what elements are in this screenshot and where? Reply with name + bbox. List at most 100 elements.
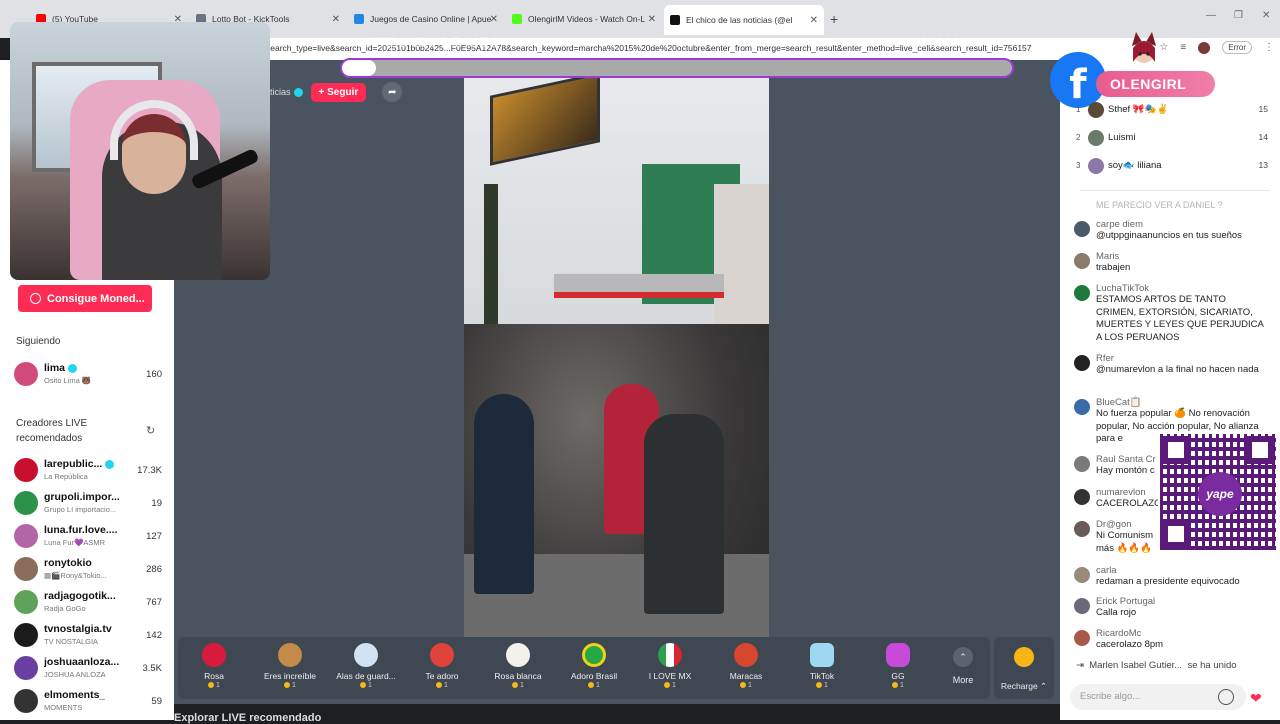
gg-icon bbox=[886, 643, 910, 667]
creator-item[interactable]: grupoli.impor... Grupo LI importacio... … bbox=[14, 489, 162, 519]
avatar bbox=[14, 656, 38, 680]
error-badge[interactable]: Error bbox=[1222, 41, 1252, 54]
chat-text: redaman a presidente equivocado bbox=[1096, 576, 1240, 587]
gift-alas[interactable]: Alas de guard... 1 bbox=[330, 643, 402, 689]
tiktok-note-icon bbox=[810, 643, 834, 667]
tab-label: OlengirlM Videos - Watch On-L bbox=[528, 14, 646, 24]
gift-te-adoro[interactable]: Te adoro 1 bbox=[406, 643, 478, 689]
avatar[interactable] bbox=[1074, 521, 1090, 537]
ranking-row[interactable]: 1 Sthef 🎀🎭✌ 15 bbox=[1074, 100, 1270, 122]
joined-user[interactable]: Marlen Isabel Gutier... bbox=[1089, 660, 1182, 671]
new-tab-button[interactable]: + bbox=[830, 11, 838, 27]
emoji-icon[interactable] bbox=[1218, 689, 1234, 705]
menu-icon[interactable]: ⋮ bbox=[1264, 42, 1274, 53]
chat-username[interactable]: LuchaTikTok bbox=[1096, 283, 1266, 294]
creator-item[interactable]: luna.fur.love.... Luna Fur💜ASMR 127 bbox=[14, 522, 162, 552]
creator-item[interactable]: radjagogotik... Radja GoGo 767 bbox=[14, 588, 162, 618]
creator-subtitle: ▦🎬Rony&Tokio... bbox=[44, 571, 107, 580]
recharge-button[interactable]: Recharge ⌃ bbox=[994, 637, 1054, 699]
creator-subtitle: Radja GoGo bbox=[44, 604, 86, 613]
close-icon[interactable]: ✕ bbox=[490, 14, 498, 25]
chat-username[interactable]: BlueCat📋 bbox=[1096, 397, 1266, 408]
join-icon: ⇥ bbox=[1076, 660, 1084, 671]
close-icon[interactable]: ✕ bbox=[332, 14, 340, 25]
creator-item[interactable]: larepublic... La República 17.3K bbox=[14, 456, 162, 486]
live-video[interactable] bbox=[464, 74, 769, 638]
heart-face-icon bbox=[430, 643, 454, 667]
window-close-button[interactable]: ✕ bbox=[1262, 10, 1270, 21]
gift-adoro-brasil[interactable]: Adoro Brasil 1 bbox=[558, 643, 630, 689]
avatar[interactable] bbox=[1074, 253, 1090, 269]
gift-label: Rosa blanca bbox=[494, 671, 542, 681]
chat-username[interactable]: numarevlon bbox=[1096, 487, 1156, 498]
gift-tiktok[interactable]: TikTok 1 bbox=[786, 643, 858, 689]
avatar[interactable] bbox=[1074, 285, 1090, 301]
minimize-button[interactable]: — bbox=[1206, 10, 1216, 21]
following-item-lima[interactable]: lima Osito Lima 🐻 160 bbox=[14, 360, 162, 390]
maximize-button[interactable]: ❐ bbox=[1234, 10, 1243, 21]
qr-corner bbox=[1162, 520, 1190, 548]
gift-eres-increible[interactable]: Eres increíble 1 bbox=[254, 643, 326, 689]
chat-username[interactable]: Maris bbox=[1096, 251, 1266, 262]
viewer-count: 286 bbox=[146, 564, 162, 575]
close-icon[interactable]: ✕ bbox=[810, 15, 818, 26]
chat-username[interactable]: carla bbox=[1096, 565, 1266, 576]
creator-name: tvnostalgia.tv bbox=[44, 623, 112, 635]
chat-username[interactable]: RicardoMc bbox=[1096, 628, 1266, 639]
tab-kick[interactable]: OlengirlM Videos - Watch On-L ✕ bbox=[506, 8, 662, 30]
gift-label: Alas de guard... bbox=[336, 671, 396, 681]
avatar[interactable] bbox=[1074, 598, 1090, 614]
recommended-heading: Creadores LIVE recomendados bbox=[16, 418, 88, 444]
chat-username[interactable]: carpe diem bbox=[1096, 219, 1266, 230]
gift-rosa-blanca[interactable]: Rosa blanca 1 bbox=[482, 643, 554, 689]
yape-logo: yape bbox=[1198, 472, 1242, 516]
gift-cost: 1 bbox=[634, 682, 706, 689]
avatar[interactable] bbox=[1074, 567, 1090, 583]
follow-button[interactable]: + Seguir bbox=[310, 82, 367, 102]
creator-subtitle: Grupo LI importacio... bbox=[44, 505, 117, 514]
avatar bbox=[14, 623, 38, 647]
avatar[interactable] bbox=[1074, 456, 1090, 472]
more-gifts-button[interactable]: ⌃ More bbox=[948, 647, 978, 685]
avatar[interactable] bbox=[1074, 489, 1090, 505]
chat-username[interactable]: Rfer bbox=[1096, 353, 1266, 364]
chat-username[interactable]: Erick Portugal bbox=[1096, 596, 1266, 607]
gift-cost: 1 bbox=[254, 682, 326, 689]
gift-label: Eres increíble bbox=[264, 671, 316, 681]
brand-name-badge: OLENGIRL bbox=[1096, 71, 1215, 97]
gift-gg[interactable]: GG 1 bbox=[862, 643, 934, 689]
heart-icon[interactable]: ❤ bbox=[1250, 690, 1262, 707]
avatar[interactable] bbox=[1074, 630, 1090, 646]
tab-casino[interactable]: Juegos de Casino Online | Apue ✕ bbox=[348, 8, 504, 30]
chat-username[interactable]: Raul Santa Cr bbox=[1096, 454, 1156, 465]
chat-message: Dr@gon Ni Comunism más 🔥🔥🔥 bbox=[1074, 519, 1156, 555]
host-name[interactable]: ticias bbox=[270, 87, 303, 98]
close-icon[interactable]: ✕ bbox=[648, 14, 656, 25]
avatar[interactable] bbox=[1074, 399, 1090, 415]
creator-item[interactable]: ronytokio ▦🎬Rony&Tokio... 286 bbox=[14, 555, 162, 585]
share-icon[interactable]: ➦ bbox=[382, 82, 403, 102]
chat-username[interactable]: Dr@gon bbox=[1096, 519, 1156, 530]
avatar[interactable] bbox=[1074, 355, 1090, 371]
viewer-count: 59 bbox=[151, 696, 162, 707]
gift-rosa[interactable]: Rosa 1 bbox=[178, 643, 250, 689]
star-icon[interactable]: ☆ bbox=[1159, 42, 1168, 53]
tab-tiktok[interactable]: El chico de las noticias (@el ✕ bbox=[664, 5, 824, 35]
creator-name: lima bbox=[44, 362, 78, 374]
refresh-icon[interactable]: ↻ bbox=[146, 424, 155, 437]
avatar[interactable] bbox=[1074, 221, 1090, 237]
profile-avatar[interactable] bbox=[1198, 41, 1211, 54]
ranking-row[interactable]: 3 soy🐟 liliana 13 bbox=[1074, 156, 1270, 178]
gift-maracas[interactable]: Maracas 1 bbox=[710, 643, 782, 689]
get-coins-button[interactable]: Consigue Moned... bbox=[18, 285, 152, 312]
creator-item[interactable]: joshuaanloza... JOSHUA ANLOZA 3.5K bbox=[14, 654, 162, 684]
creator-item[interactable]: tvnostalgia.tv TV NOSTALGIA 142 bbox=[14, 621, 162, 651]
host-info: ticias + Seguir ➦ bbox=[270, 82, 403, 102]
ranking-row[interactable]: 2 Luismi 14 bbox=[1074, 128, 1270, 150]
verified-icon bbox=[293, 88, 303, 98]
chat-message: Maris trabajen bbox=[1074, 251, 1266, 275]
progress-fill bbox=[342, 60, 376, 76]
creator-item[interactable]: elmoments_ MOMENTS 59 bbox=[14, 687, 162, 717]
playlist-icon[interactable]: ≡ bbox=[1180, 42, 1186, 53]
gift-i-love-mx[interactable]: I LOVE MX 1 bbox=[634, 643, 706, 689]
